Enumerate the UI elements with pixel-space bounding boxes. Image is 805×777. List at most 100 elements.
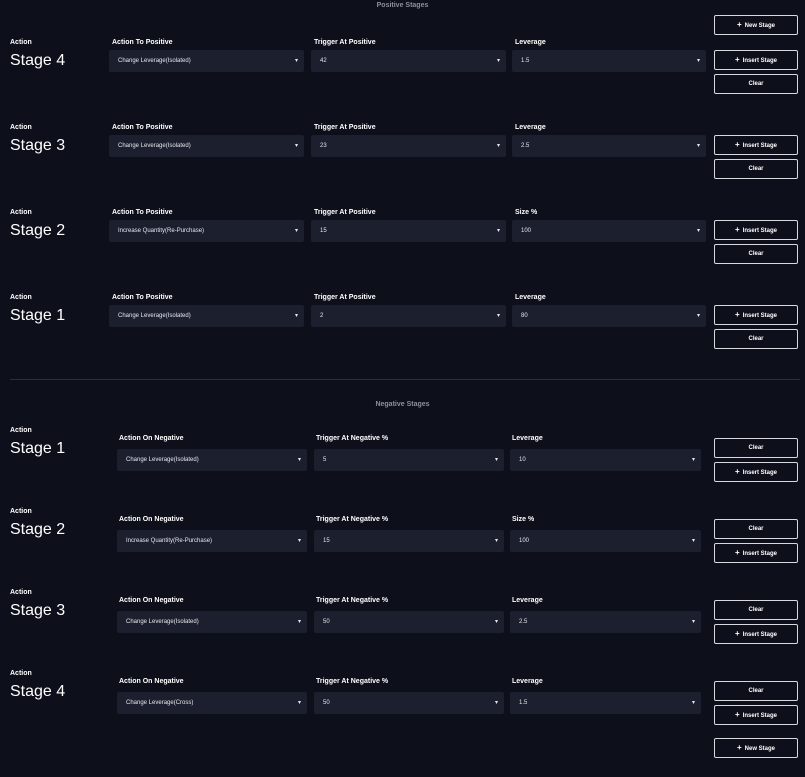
value-field-label: Leverage (515, 294, 546, 301)
chevron-down-icon: ▾ (496, 228, 500, 234)
clear-button[interactable]: Clear (714, 159, 798, 179)
trigger-select-value: 2 (320, 313, 324, 319)
positive-new-stage-button[interactable]: + New Stage (714, 15, 798, 35)
trigger-select[interactable]: 5 ▾ (314, 449, 504, 471)
stage-name: Stage 4 (10, 52, 66, 69)
value-field-label: Leverage (512, 435, 543, 442)
positive-stages-title: Positive Stages (376, 2, 429, 9)
chevron-down-icon: ▾ (294, 228, 298, 234)
action-select[interactable]: Change Leverage(Isolated) ▾ (109, 135, 304, 157)
chevron-down-icon: ▾ (696, 143, 700, 149)
insert-stage-button[interactable]: + Insert Stage (714, 135, 798, 155)
action-label: Action (10, 670, 32, 677)
clear-button[interactable]: Clear (714, 600, 798, 620)
value-select[interactable]: 2.5 ▾ (510, 611, 701, 633)
chevron-down-icon: ▾ (297, 700, 301, 706)
action-select-value: Change Leverage(Isolated) (118, 313, 191, 319)
negative-stage-row: Action Stage 3 Action On Negative Change… (0, 589, 805, 659)
insert-stage-button[interactable]: + Insert Stage (714, 220, 798, 240)
clear-button[interactable]: Clear (714, 244, 798, 264)
trigger-select[interactable]: 42 ▾ (311, 50, 506, 72)
value-select[interactable]: 80 ▾ (512, 305, 706, 327)
action-field-label: Action To Positive (112, 294, 173, 301)
insert-stage-button[interactable]: + Insert Stage (714, 50, 798, 70)
value-select-value: 2.5 (521, 143, 530, 149)
negative-stage-row: Action Stage 1 Action On Negative Change… (0, 427, 805, 497)
trigger-select[interactable]: 23 ▾ (311, 135, 506, 157)
value-select-value: 10 (519, 457, 526, 463)
stage-name: Stage 3 (10, 137, 66, 154)
value-select[interactable]: 10 ▾ (510, 449, 701, 471)
value-select[interactable]: 1.5 ▾ (512, 50, 706, 72)
insert-stage-button[interactable]: + Insert Stage (714, 543, 798, 563)
positive-stage-row: Action Stage 3 Action To Positive Change… (0, 124, 805, 194)
value-field-label: Size % (515, 209, 538, 216)
value-select[interactable]: 1.5 ▾ (510, 692, 701, 714)
stage-name: Stage 2 (10, 222, 66, 239)
chevron-down-icon: ▾ (294, 143, 298, 149)
clear-button[interactable]: Clear (714, 74, 798, 94)
action-select[interactable]: Change Leverage(Isolated) ▾ (117, 449, 307, 471)
value-select[interactable]: 2.5 ▾ (512, 135, 706, 157)
action-select[interactable]: Change Leverage(Isolated) ▾ (117, 611, 307, 633)
action-select[interactable]: Change Leverage(Isolated) ▾ (109, 305, 304, 327)
action-select-value: Change Leverage(Isolated) (118, 143, 191, 149)
chevron-down-icon: ▾ (691, 457, 695, 463)
action-field-label: Action To Positive (112, 209, 173, 216)
action-field-label: Action To Positive (112, 124, 173, 131)
plus-icon: + (734, 310, 740, 319)
insert-stage-button[interactable]: + Insert Stage (714, 705, 798, 725)
action-label: Action (10, 124, 32, 131)
value-field-label: Leverage (515, 124, 546, 131)
trigger-select[interactable]: 15 ▾ (314, 530, 504, 552)
action-select[interactable]: Change Leverage(Isolated) ▾ (109, 50, 304, 72)
stages-panel: Positive Stages + New Stage Action Stage … (0, 0, 805, 777)
negative-new-stage-button[interactable]: + New Stage (714, 738, 798, 758)
chevron-down-icon: ▾ (696, 228, 700, 234)
value-field-label: Leverage (512, 678, 543, 685)
chevron-down-icon: ▾ (297, 457, 301, 463)
trigger-select-value: 42 (320, 58, 327, 64)
clear-button[interactable]: Clear (714, 329, 798, 349)
chevron-down-icon: ▾ (496, 143, 500, 149)
chevron-down-icon: ▾ (496, 313, 500, 319)
trigger-select[interactable]: 50 ▾ (314, 611, 504, 633)
trigger-select[interactable]: 2 ▾ (311, 305, 506, 327)
action-select[interactable]: Increase Quantity(Re-Purchase) ▾ (109, 220, 304, 242)
trigger-field-label: Trigger At Negative % (316, 435, 389, 442)
chevron-down-icon: ▾ (496, 58, 500, 64)
action-select[interactable]: Increase Quantity(Re-Purchase) ▾ (117, 530, 307, 552)
action-select[interactable]: Change Leverage(Cross) ▾ (117, 692, 307, 714)
trigger-select-value: 23 (320, 143, 327, 149)
value-select-value: 100 (521, 228, 532, 234)
insert-stage-button[interactable]: + Insert Stage (714, 624, 798, 644)
chevron-down-icon: ▾ (494, 700, 498, 706)
trigger-select[interactable]: 15 ▾ (311, 220, 506, 242)
action-field-label: Action On Negative (119, 516, 184, 523)
chevron-down-icon: ▾ (691, 700, 695, 706)
insert-stage-button[interactable]: + Insert Stage (714, 305, 798, 325)
action-label: Action (10, 427, 32, 434)
action-field-label: Action On Negative (119, 435, 184, 442)
trigger-select[interactable]: 50 ▾ (314, 692, 504, 714)
clear-button[interactable]: Clear (714, 519, 798, 539)
action-label: Action (10, 209, 32, 216)
trigger-field-label: Trigger At Negative % (316, 678, 389, 685)
insert-stage-button[interactable]: + Insert Stage (714, 462, 798, 482)
stage-name: Stage 1 (10, 307, 66, 324)
plus-icon: + (734, 548, 740, 557)
value-field-label: Leverage (515, 39, 546, 46)
plus-icon: + (734, 140, 740, 149)
clear-button[interactable]: Clear (714, 681, 798, 701)
value-field-label: Size % (512, 516, 535, 523)
positive-stage-row: Action Stage 1 Action To Positive Change… (0, 294, 805, 364)
clear-button[interactable]: Clear (714, 438, 798, 458)
action-select-value: Change Leverage(Isolated) (126, 619, 199, 625)
plus-icon: + (736, 20, 742, 29)
value-select[interactable]: 100 ▾ (510, 530, 701, 552)
value-select-value: 1.5 (519, 700, 528, 706)
value-select[interactable]: 100 ▾ (512, 220, 706, 242)
chevron-down-icon: ▾ (297, 619, 301, 625)
trigger-field-label: Trigger At Positive (314, 209, 376, 216)
trigger-field-label: Trigger At Positive (314, 294, 376, 301)
